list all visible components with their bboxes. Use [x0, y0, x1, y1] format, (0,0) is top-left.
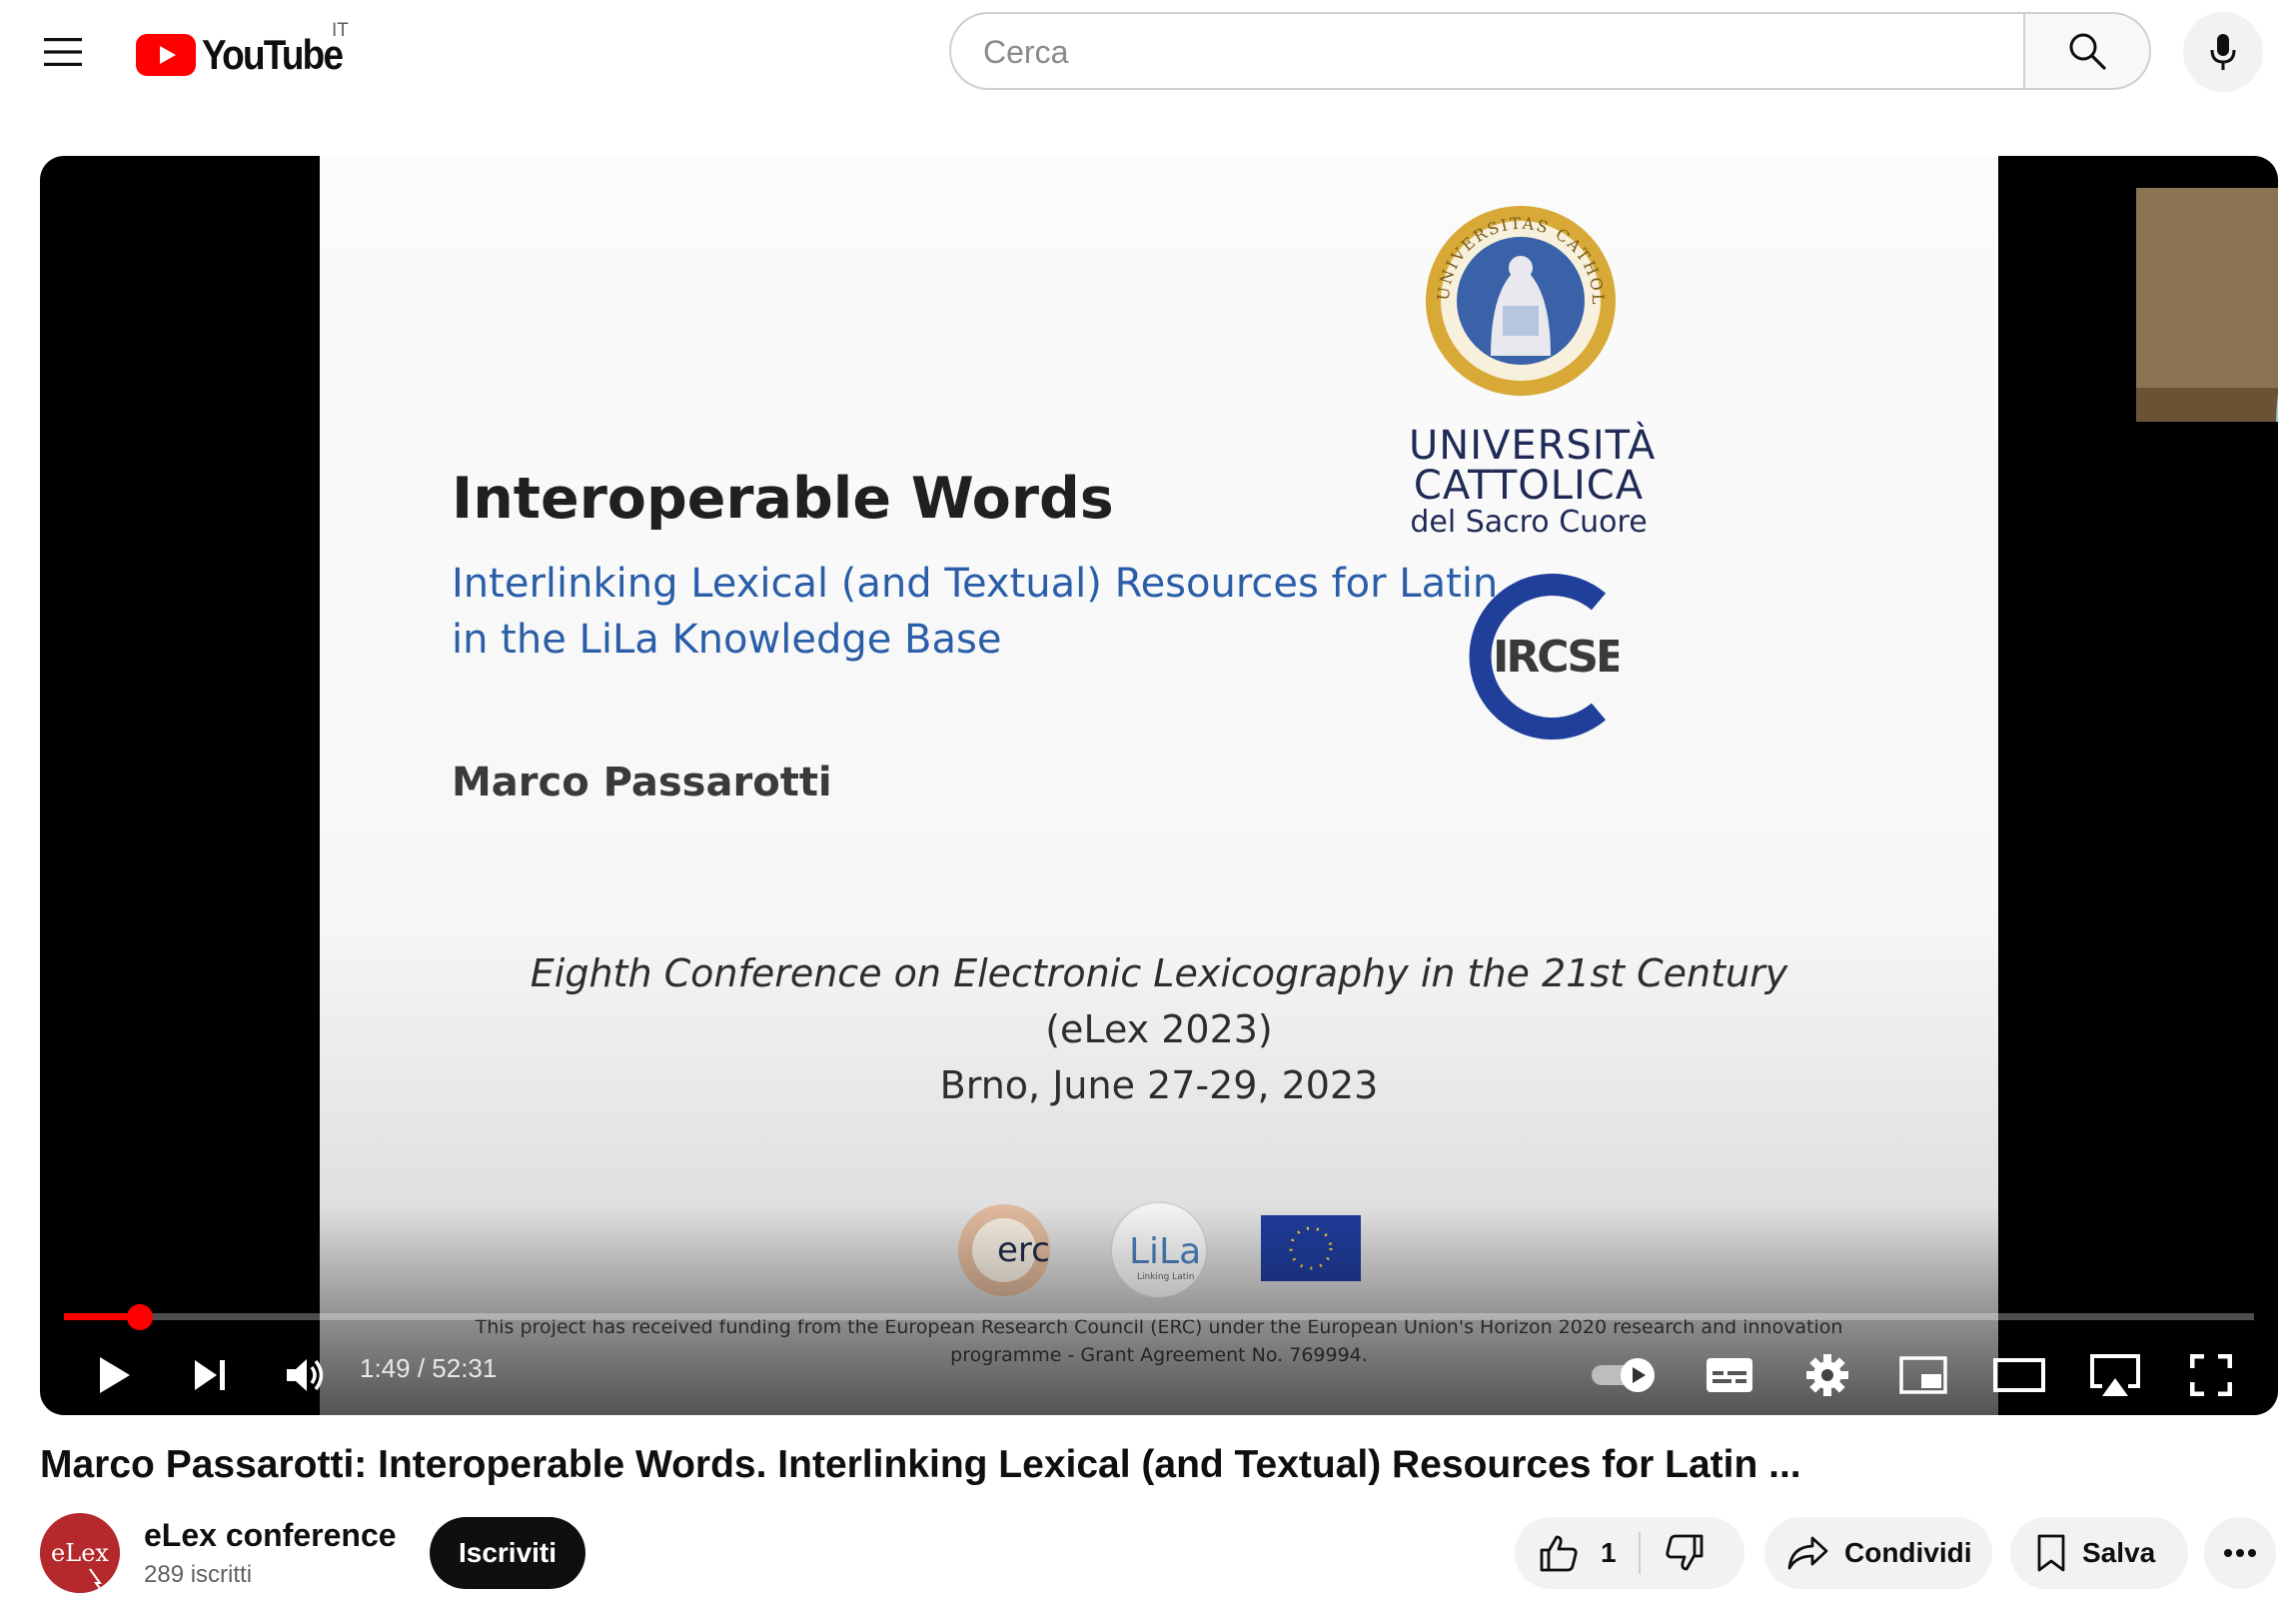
- subscriber-count: 289 iscritti: [144, 1561, 253, 1588]
- airplay-button[interactable]: [2078, 1339, 2152, 1411]
- like-button[interactable]: 1: [1515, 1517, 1639, 1589]
- share-label: Condividi: [1844, 1537, 1972, 1568]
- university-name-logo: UNIVERSITÀ CATTOLICA del Sacro Cuore: [1409, 423, 1657, 540]
- like-dislike-group: 1: [1515, 1517, 1744, 1589]
- university-name-line2: CATTOLICA: [1413, 463, 1645, 509]
- channel-avatar-logo: eLex: [40, 1513, 120, 1593]
- autoplay-toggle-icon: [1592, 1358, 1655, 1392]
- subtitles-icon: [1707, 1358, 1752, 1392]
- country-code: IT: [332, 20, 349, 41]
- voice-search-button[interactable]: [2183, 12, 2263, 92]
- save-label: Salva: [2082, 1537, 2156, 1568]
- search-input[interactable]: [981, 14, 1984, 90]
- video-player[interactable]: Interoperable Words Interlinking Lexical…: [40, 156, 2278, 1415]
- menu-icon: [44, 38, 82, 66]
- slide-funding-line2: programme - Grant Agreement No. 769994.: [950, 1344, 1368, 1366]
- fullscreen-button[interactable]: [2174, 1339, 2248, 1411]
- subscribe-button[interactable]: Iscriviti: [430, 1517, 585, 1589]
- university-seal-logo: UNIVERSITAS CATHOLICA MEDIOLANI: [1421, 186, 1616, 396]
- video-title: Marco Passarotti: Interoperable Words. I…: [40, 1443, 1801, 1486]
- masthead: YouTube IT: [0, 0, 2296, 110]
- university-name-line1: UNIVERSITÀ: [1409, 423, 1657, 469]
- time-display: 1:49 / 52:31: [360, 1353, 498, 1383]
- lila-logo-tagline: Linking Latin: [1137, 1272, 1194, 1282]
- more-horizontal-icon: [2224, 1549, 2256, 1557]
- thumbs-up-icon: [1540, 1535, 1578, 1572]
- slide-conference-info: Eighth Conference on Electronic Lexicogr…: [420, 945, 1898, 1113]
- save-button[interactable]: Salva: [2010, 1517, 2188, 1589]
- youtube-play-logo-icon: [136, 34, 196, 76]
- play-button[interactable]: [74, 1339, 154, 1411]
- play-icon: [100, 1357, 130, 1393]
- miniplayer-button[interactable]: [1886, 1339, 1960, 1411]
- autoplay-toggle[interactable]: [1583, 1339, 1667, 1411]
- erc-logo: erc: [958, 1204, 1050, 1296]
- logo-wordmark: YouTube: [202, 31, 344, 78]
- bookmark-icon: [2037, 1534, 2065, 1572]
- slide-author: Marco Passarotti: [452, 760, 832, 806]
- slide-funding-note: This project has received funding from t…: [420, 1313, 1898, 1369]
- lila-logo-text: LiLa: [1129, 1231, 1201, 1272]
- youtube-logo[interactable]: YouTube: [136, 24, 361, 86]
- university-name-line3: del Sacro Cuore: [1410, 505, 1648, 540]
- erc-logo-text: erc: [997, 1230, 1050, 1270]
- subtitles-button[interactable]: [1693, 1339, 1766, 1411]
- speaker-camera-inset: [2136, 188, 2278, 422]
- theater-mode-icon: [1993, 1358, 2045, 1392]
- search-icon: [2069, 33, 2106, 70]
- more-actions-button[interactable]: [2204, 1517, 2276, 1589]
- slide-title: Interoperable Words: [452, 466, 1114, 532]
- slide-subtitle-line1: Interlinking Lexical (and Textual) Resou…: [452, 561, 1499, 607]
- progress-scrubber[interactable]: [127, 1304, 154, 1330]
- channel-name[interactable]: eLex conference: [144, 1517, 397, 1554]
- channel-avatar[interactable]: eLex: [40, 1513, 120, 1593]
- theater-mode-button[interactable]: [1982, 1339, 2056, 1411]
- slide-subtitle-line2: in the LiLa Knowledge Base: [452, 617, 1002, 663]
- share-button[interactable]: Condividi: [1764, 1517, 1992, 1589]
- settings-icon: [1806, 1354, 1848, 1396]
- fullscreen-icon: [2190, 1354, 2232, 1396]
- dislike-button[interactable]: [1641, 1517, 1705, 1589]
- video-frame-slide: Interoperable Words Interlinking Lexical…: [320, 156, 2278, 1415]
- mute-button[interactable]: [266, 1339, 346, 1411]
- volume-icon: [287, 1359, 324, 1391]
- settings-button[interactable]: [1790, 1339, 1864, 1411]
- slide-conference-name: Eighth Conference on Electronic Lexicogr…: [530, 951, 1788, 995]
- slide-subtitle: Interlinking Lexical (and Textual) Resou…: [452, 556, 1551, 668]
- mic-icon: [2210, 34, 2236, 70]
- next-button[interactable]: [170, 1339, 250, 1411]
- like-count: 1: [1601, 1537, 1617, 1568]
- lila-logo: LiLa Linking Latin: [1110, 1201, 1208, 1299]
- search-button[interactable]: [2023, 12, 2151, 90]
- slide-conference-acronym: (eLex 2023): [1045, 1007, 1273, 1051]
- search-box: [949, 12, 2023, 90]
- thumbs-down-icon: [1665, 1534, 1703, 1571]
- share-icon: [1787, 1536, 1828, 1570]
- channel-avatar-text: eLex: [51, 1539, 109, 1567]
- progress-bar[interactable]: [64, 1304, 2254, 1330]
- menu-button[interactable]: [30, 22, 98, 82]
- slide-conference-place-date: Brno, June 27-29, 2023: [939, 1063, 1379, 1107]
- ircse-logo: IRCSE: [1469, 574, 1619, 740]
- miniplayer-icon: [1899, 1356, 1947, 1394]
- next-icon: [195, 1360, 225, 1390]
- eu-flag-logo: [1261, 1215, 1361, 1281]
- ircse-logo-text: IRCSE: [1493, 632, 1619, 683]
- slide-funding-logos: erc LiLa Linking Latin: [958, 1201, 1361, 1299]
- airplay-icon: [2090, 1354, 2140, 1396]
